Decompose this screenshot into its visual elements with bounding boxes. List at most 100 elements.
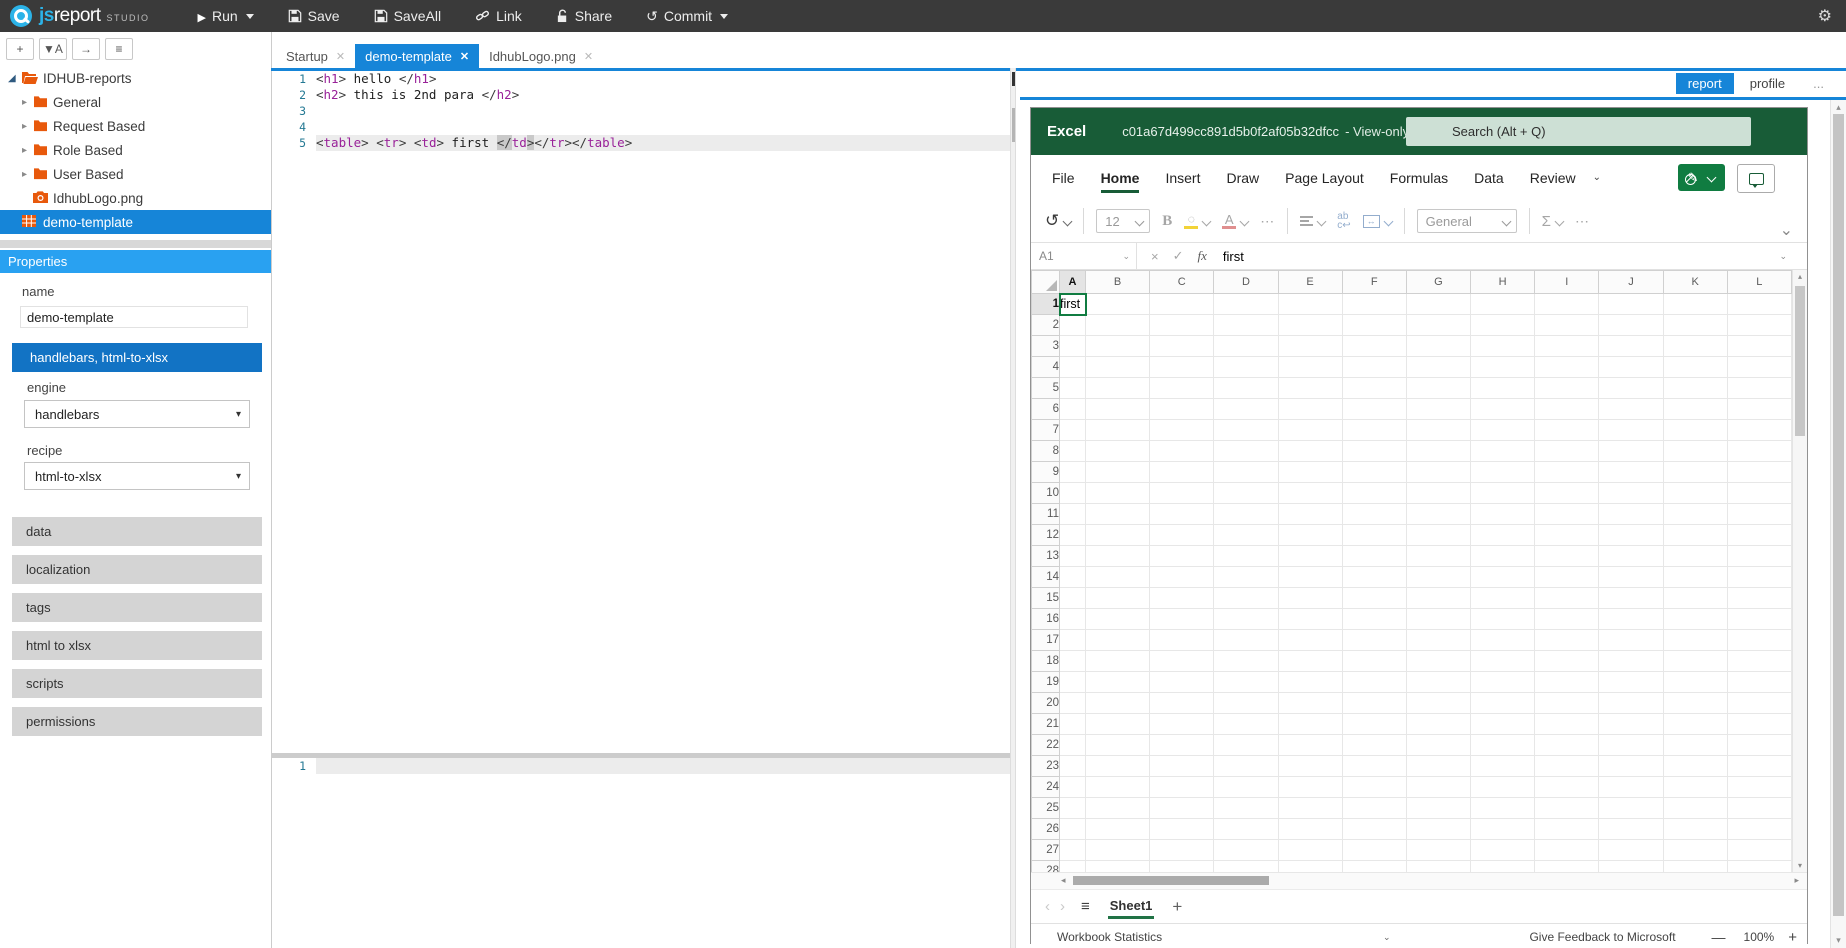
tree-item-general[interactable]: ▸General [0,90,271,114]
cell-E1[interactable] [1278,294,1342,315]
cell-K5[interactable] [1663,378,1727,399]
cell-J5[interactable] [1599,378,1663,399]
ribbon-more-chevron-icon[interactable]: ⌄ [1593,172,1601,183]
cell-E4[interactable] [1278,357,1342,378]
cell-A11[interactable] [1060,504,1086,525]
row-header-4[interactable]: 4 [1032,357,1060,378]
cell-F5[interactable] [1342,378,1406,399]
cell-C5[interactable] [1150,378,1214,399]
cell-D11[interactable] [1214,504,1278,525]
cell-E6[interactable] [1278,399,1342,420]
cell-C28[interactable] [1150,861,1214,873]
cell-C19[interactable] [1150,672,1214,693]
row-header-26[interactable]: 26 [1032,819,1060,840]
engine-recipe-group-bar[interactable]: handlebars, html-to-xlsx [12,343,262,372]
cell-K13[interactable] [1663,546,1727,567]
cell-L16[interactable] [1727,609,1791,630]
cell-C2[interactable] [1150,315,1214,336]
cell-I3[interactable] [1535,336,1599,357]
cell-D13[interactable] [1214,546,1278,567]
cell-D16[interactable] [1214,609,1278,630]
cell-H22[interactable] [1471,735,1535,756]
cell-G16[interactable] [1406,609,1470,630]
cell-L15[interactable] [1727,588,1791,609]
cell-D23[interactable] [1214,756,1278,777]
cell-B27[interactable] [1086,840,1150,861]
cell-B28[interactable] [1086,861,1150,873]
cell-K20[interactable] [1663,693,1727,714]
cell-E17[interactable] [1278,630,1342,651]
cell-H3[interactable] [1471,336,1535,357]
cell-L21[interactable] [1727,714,1791,735]
zoom-in-button[interactable]: + [1788,929,1797,946]
cancel-entry-icon[interactable]: × [1151,249,1159,264]
cell-F12[interactable] [1342,525,1406,546]
column-header-E[interactable]: E [1278,271,1342,294]
workbook-statistics-button[interactable]: Workbook Statistics [1057,930,1162,944]
cell-A6[interactable] [1060,399,1086,420]
cell-F20[interactable] [1342,693,1406,714]
cell-E22[interactable] [1278,735,1342,756]
cell-E24[interactable] [1278,777,1342,798]
cell-D27[interactable] [1214,840,1278,861]
cell-L19[interactable] [1727,672,1791,693]
autosum-button[interactable]: Σ [1542,213,1563,230]
cell-B6[interactable] [1086,399,1150,420]
column-header-L[interactable]: L [1727,271,1791,294]
cell-C3[interactable] [1150,336,1214,357]
cell-L9[interactable] [1727,462,1791,483]
cell-D18[interactable] [1214,651,1278,672]
bold-button[interactable]: B [1162,213,1172,230]
cell-K6[interactable] [1663,399,1727,420]
scrollbar-thumb[interactable] [1795,286,1805,436]
cell-I2[interactable] [1535,315,1599,336]
section-permissions-button[interactable]: permissions [12,707,262,736]
cell-K24[interactable] [1663,777,1727,798]
cell-A27[interactable] [1060,840,1086,861]
tree-properties-splitter[interactable] [0,240,271,248]
cell-G13[interactable] [1406,546,1470,567]
cell-B16[interactable] [1086,609,1150,630]
cell-B1[interactable] [1086,294,1150,315]
cell-F27[interactable] [1342,840,1406,861]
cell-K4[interactable] [1663,357,1727,378]
cell-A19[interactable] [1060,672,1086,693]
select-all-corner[interactable] [1032,271,1060,294]
cell-E3[interactable] [1278,336,1342,357]
cell-E11[interactable] [1278,504,1342,525]
cell-E16[interactable] [1278,609,1342,630]
close-tab-icon[interactable]: ✕ [336,50,345,63]
cell-F26[interactable] [1342,819,1406,840]
cell-L14[interactable] [1727,567,1791,588]
cell-I11[interactable] [1535,504,1599,525]
caret-collapsed-icon[interactable]: ▸ [22,145,27,156]
undo-button[interactable]: ↺ [1045,211,1071,231]
row-header-22[interactable]: 22 [1032,735,1060,756]
cell-B26[interactable] [1086,819,1150,840]
cell-C6[interactable] [1150,399,1214,420]
ribbon-tab-draw[interactable]: Draw [1213,155,1272,200]
cell-H1[interactable] [1471,294,1535,315]
menu-saveall[interactable]: SaveAll [374,8,441,24]
cell-B3[interactable] [1086,336,1150,357]
row-header-2[interactable]: 2 [1032,315,1060,336]
row-header-7[interactable]: 7 [1032,420,1060,441]
helpers-code-editor[interactable]: 1 [272,758,1010,948]
cell-K10[interactable] [1663,483,1727,504]
cell-G15[interactable] [1406,588,1470,609]
row-header-16[interactable]: 16 [1032,609,1060,630]
cell-I19[interactable] [1535,672,1599,693]
ribbon-tab-data[interactable]: Data [1461,155,1517,200]
gear-icon[interactable]: ⚙ [1818,6,1832,26]
cell-L22[interactable] [1727,735,1791,756]
cell-C23[interactable] [1150,756,1214,777]
cell-H7[interactable] [1471,420,1535,441]
cell-F1[interactable] [1342,294,1406,315]
cell-G6[interactable] [1406,399,1470,420]
cell-E20[interactable] [1278,693,1342,714]
cell-E19[interactable] [1278,672,1342,693]
cell-L7[interactable] [1727,420,1791,441]
cell-D6[interactable] [1214,399,1278,420]
cell-F16[interactable] [1342,609,1406,630]
cell-A22[interactable] [1060,735,1086,756]
